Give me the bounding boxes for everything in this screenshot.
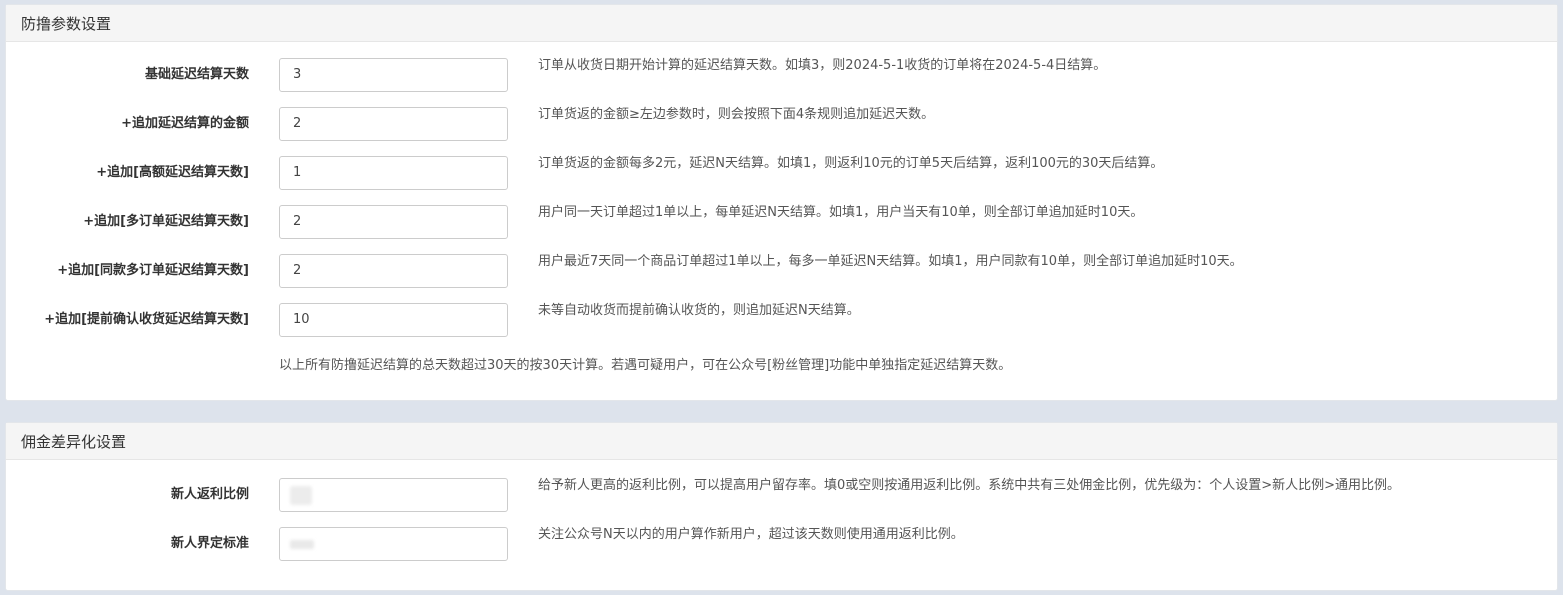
- field-label: 基础延迟结算天数: [144, 67, 249, 82]
- field-label: +追加[高额延迟结算天数]: [96, 165, 249, 180]
- newcomer-definition-input[interactable]: [279, 527, 508, 561]
- multi-order-delay-days-input[interactable]: 2: [279, 205, 508, 239]
- form-row-extra-delay-amount: +追加延迟结算的金额 2 订单货返的金额≥左边参数时，则会按照下面4条规则追加延…: [6, 107, 1557, 141]
- newcomer-rebate-ratio-input[interactable]: [279, 478, 508, 512]
- high-amount-delay-days-input[interactable]: 1: [279, 156, 508, 190]
- same-item-multi-order-delay-days-input[interactable]: 2: [279, 254, 508, 288]
- obscured-value: [290, 486, 312, 505]
- help-text: 订单货返的金额每多2元，延迟N天结算。如填1，则返利10元的订单5天后结算，返利…: [538, 156, 1164, 171]
- form-row-same-item-multi-order-delay-days: +追加[同款多订单延迟结算天数] 2 用户最近7天同一个商品订单超过1单以上，每…: [6, 254, 1557, 288]
- field-label: +追加[多订单延迟结算天数]: [83, 214, 249, 229]
- field-label: 新人界定标准: [170, 536, 249, 551]
- anti-abuse-settings-panel: 防撸参数设置 基础延迟结算天数 3 订单从收货日期开始计算的延迟结算天数。如填3…: [5, 4, 1558, 401]
- help-text: 未等自动收货而提前确认收货的，则追加延迟N天结算。: [538, 303, 860, 318]
- panel-title: 佣金差异化设置: [6, 423, 1557, 460]
- panel-title-text: 佣金差异化设置: [21, 432, 127, 451]
- early-confirm-delay-days-input[interactable]: 10: [279, 303, 508, 337]
- max-days-note: 以上所有防撸延迟结算的总天数超过30天的按30天计算。若遇可疑用户，可在公众号[…: [279, 358, 1012, 373]
- extra-delay-amount-input[interactable]: 2: [279, 107, 508, 141]
- field-label: 新人返利比例: [170, 487, 249, 502]
- form-row-early-confirm-delay-days: +追加[提前确认收货延迟结算天数] 10 未等自动收货而提前确认收货的，则追加延…: [6, 303, 1557, 337]
- field-label: +追加[同款多订单延迟结算天数]: [57, 263, 249, 278]
- commission-differentiation-panel: 佣金差异化设置 新人返利比例 给予新人更高的返利比例，可以提高用户留存率。填0或…: [5, 422, 1558, 591]
- form-row-base-delay-days: 基础延迟结算天数 3 订单从收货日期开始计算的延迟结算天数。如填3，则2024-…: [6, 58, 1557, 92]
- panel-title: 防撸参数设置: [6, 5, 1557, 42]
- help-text: 给予新人更高的返利比例，可以提高用户留存率。填0或空则按通用返利比例。系统中共有…: [538, 478, 1401, 493]
- help-text: 订单货返的金额≥左边参数时，则会按照下面4条规则追加延迟天数。: [538, 107, 935, 122]
- form-row-multi-order-delay-days: +追加[多订单延迟结算天数] 2 用户同一天订单超过1单以上，每单延迟N天结算。…: [6, 205, 1557, 239]
- help-text: 用户最近7天同一个商品订单超过1单以上，每多一单延迟N天结算。如填1，用户同款有…: [538, 254, 1243, 269]
- help-text: 关注公众号N天以内的用户算作新用户，超过该天数则使用通用返利比例。: [538, 527, 964, 542]
- help-text: 用户同一天订单超过1单以上，每单延迟N天结算。如填1，用户当天有10单，则全部订…: [538, 205, 1144, 220]
- help-text: 订单从收货日期开始计算的延迟结算天数。如填3，则2024-5-1收货的订单将在2…: [538, 58, 1107, 73]
- panel-title-text: 防撸参数设置: [21, 14, 112, 33]
- form-row-newcomer-rebate-ratio: 新人返利比例 给予新人更高的返利比例，可以提高用户留存率。填0或空则按通用返利比…: [6, 478, 1557, 512]
- field-label: +追加[提前确认收货延迟结算天数]: [44, 312, 249, 327]
- obscured-value: [290, 540, 314, 549]
- form-row-high-amount-delay-days: +追加[高额延迟结算天数] 1 订单货返的金额每多2元，延迟N天结算。如填1，则…: [6, 156, 1557, 190]
- form-row-newcomer-definition: 新人界定标准 关注公众号N天以内的用户算作新用户，超过该天数则使用通用返利比例。: [6, 527, 1557, 561]
- base-delay-days-input[interactable]: 3: [279, 58, 508, 92]
- field-label: +追加延迟结算的金额: [121, 116, 249, 131]
